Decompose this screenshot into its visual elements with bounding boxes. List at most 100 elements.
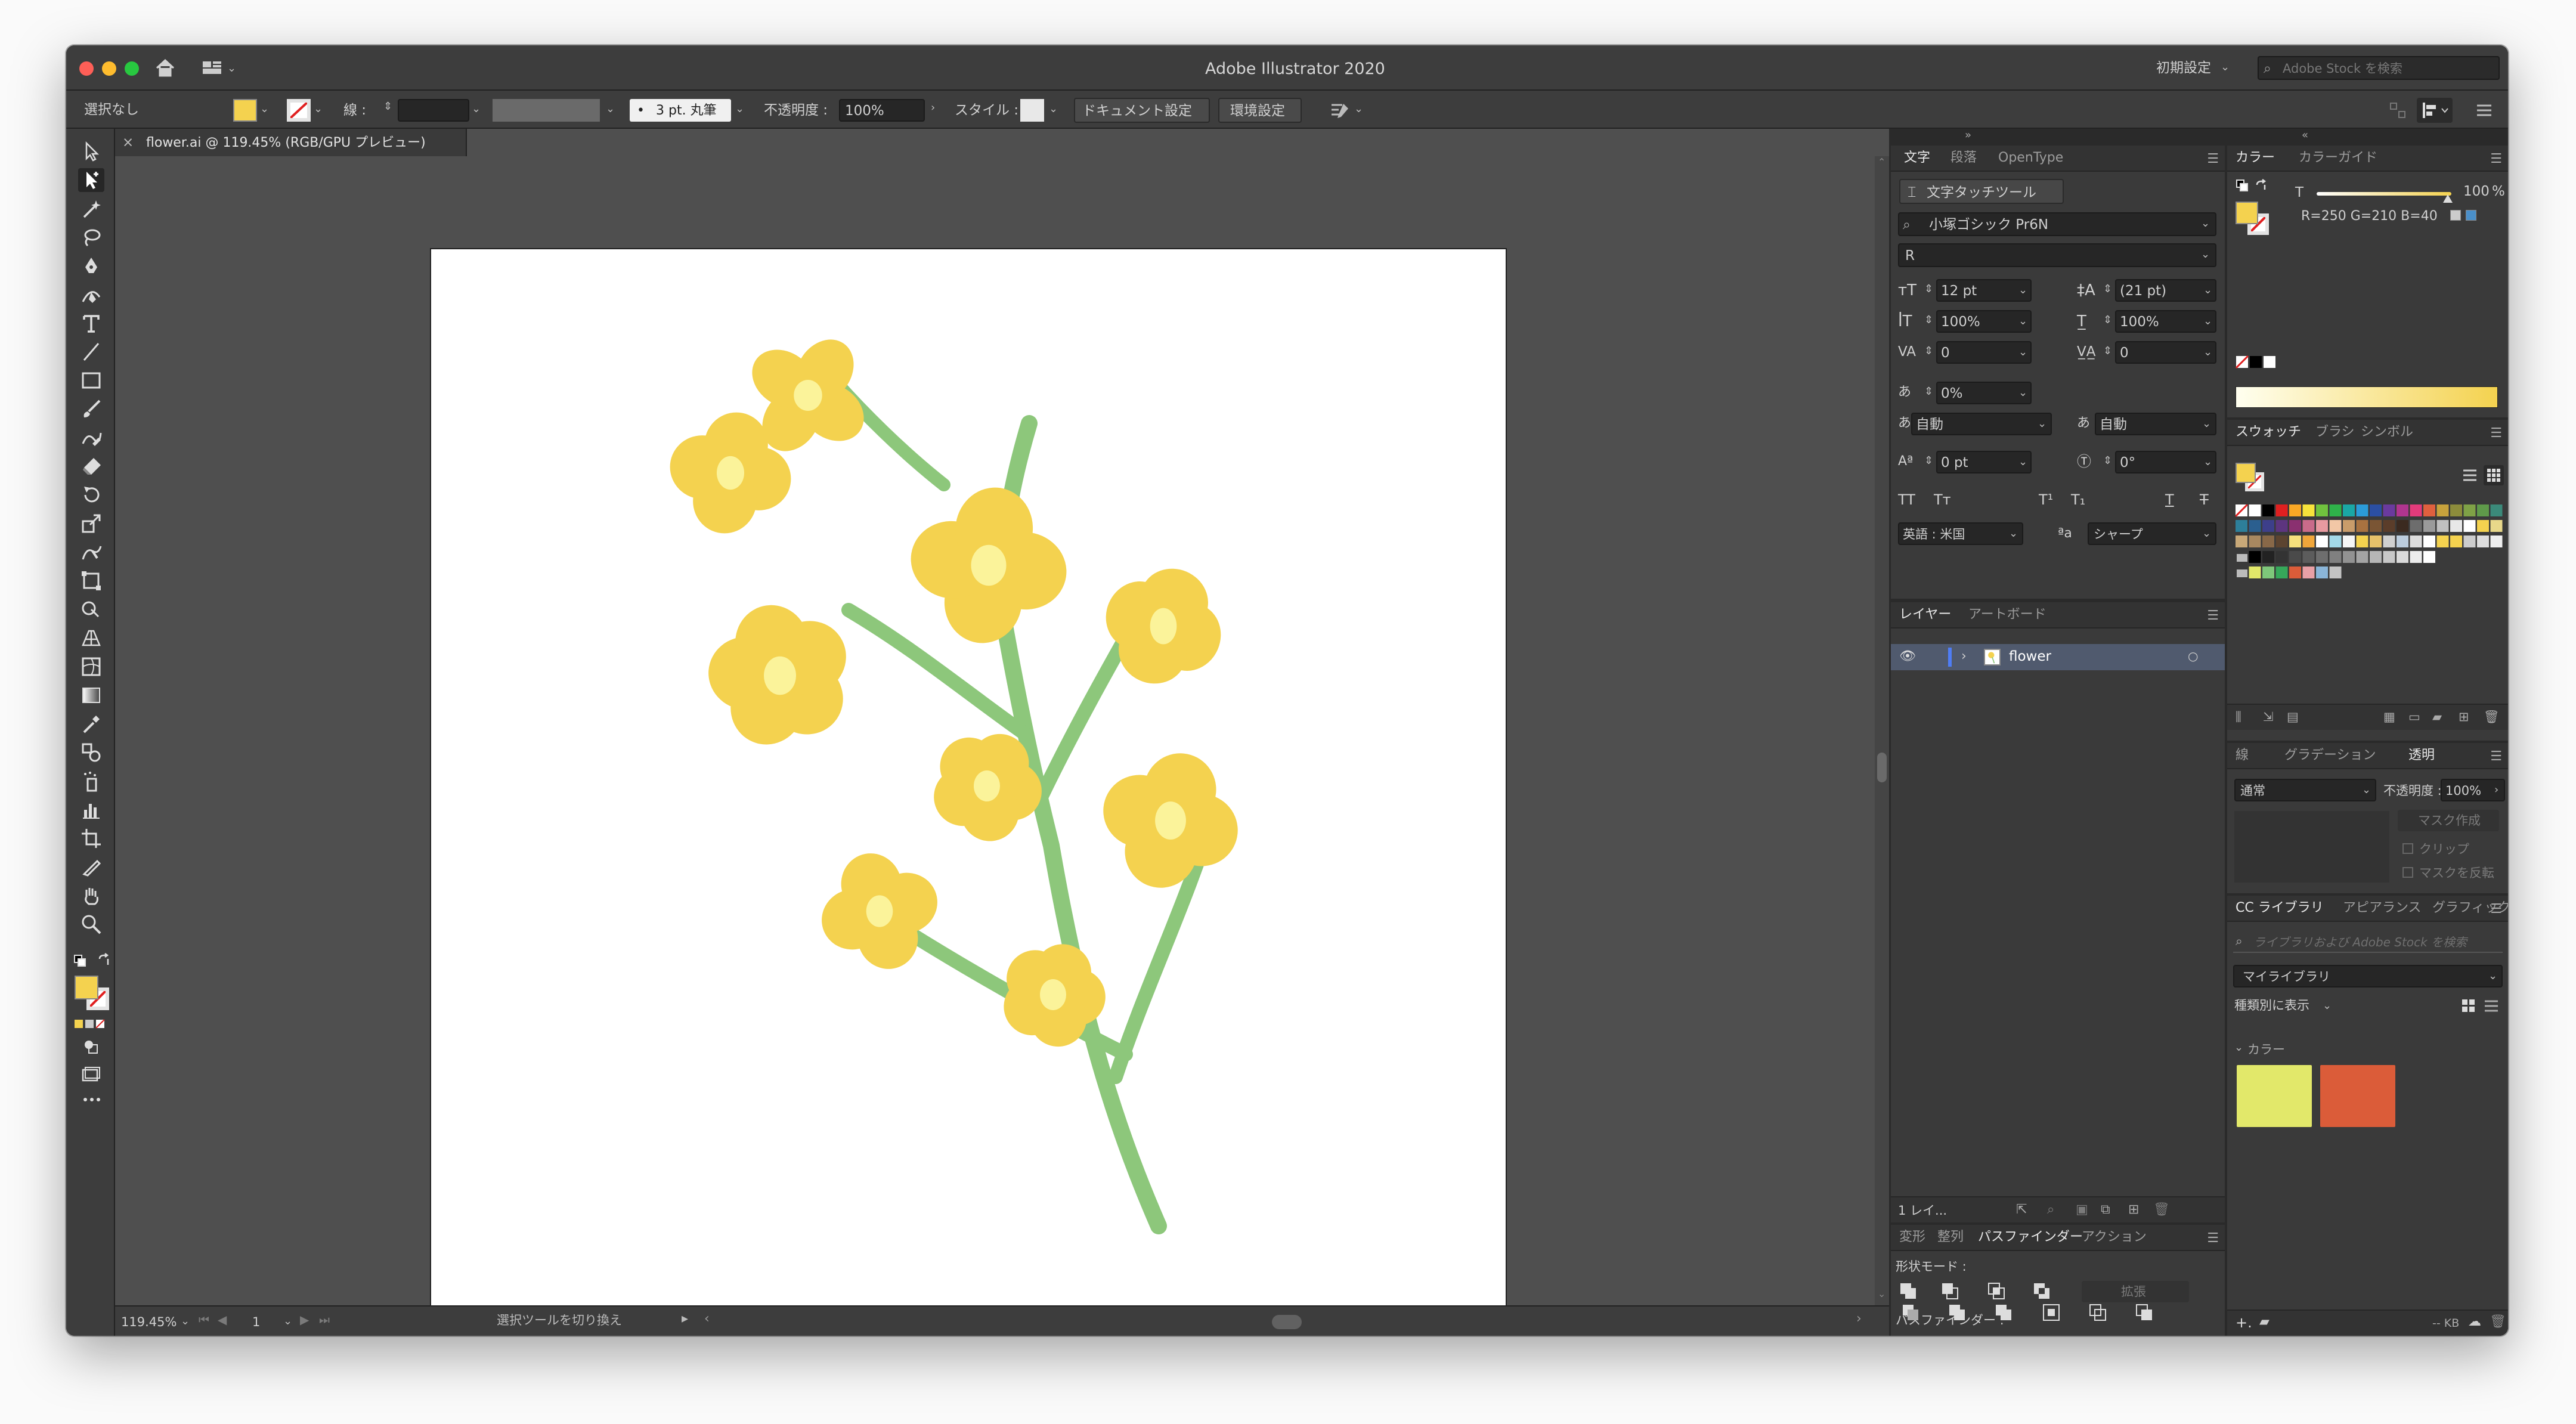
library-color-swatch[interactable] — [2237, 1065, 2312, 1127]
draw-mode-icon[interactable] — [80, 1036, 101, 1057]
brush-chevron-icon[interactable]: ⌄ — [735, 104, 744, 114]
style-chevron-icon[interactable]: ⌄ — [1049, 104, 1058, 114]
font-family-select[interactable]: ⌕ 小塚ゴシック Pr6N ⌄ — [1898, 212, 2216, 236]
color-panel-menu-icon[interactable]: ☰ — [2490, 153, 2502, 166]
library-search-input[interactable]: ⌕ ライブラリおよび Adobe Stock を検索 — [2233, 931, 2503, 953]
language-select[interactable]: 英語 : 米国 ⌄ — [1898, 522, 2023, 545]
eraser-tool-icon[interactable] — [78, 454, 104, 478]
selection-tool-icon[interactable] — [78, 140, 104, 163]
export-layer-icon[interactable]: ⇱ — [2016, 1203, 2027, 1216]
font-style-select[interactable]: R ⌄ — [1898, 243, 2216, 267]
shape-builder-tool-icon[interactable] — [78, 598, 104, 621]
cloud-sync-icon[interactable]: ☁ — [2468, 1315, 2481, 1329]
tab-color[interactable]: カラー — [2236, 151, 2275, 165]
minus-back-icon[interactable] — [2135, 1304, 2153, 1321]
swap-fill-stroke-icon[interactable] — [97, 953, 112, 967]
antialias-select[interactable]: シャープ ⌄ — [2088, 522, 2216, 545]
variable-width-profile[interactable] — [493, 99, 600, 122]
expand-layer-icon[interactable]: › — [1961, 650, 1967, 663]
tab-opentype[interactable]: OpenType — [1998, 151, 2063, 165]
tint-slider-handle[interactable] — [2443, 194, 2453, 203]
artboard[interactable] — [431, 249, 1506, 1324]
baseline-shift-field[interactable]: Aª ⇕ 0 pt ⌄ — [1898, 451, 2053, 475]
all-caps-icon[interactable]: TT — [1898, 493, 1915, 507]
gradient-tool-icon[interactable] — [78, 683, 104, 707]
last-artboard-icon[interactable]: ⏭ — [319, 1314, 330, 1326]
new-swatch-icon[interactable]: ⊞ — [2459, 711, 2469, 723]
grid-view-icon[interactable] — [2484, 465, 2504, 485]
tint-value[interactable]: 100 — [2463, 185, 2490, 199]
previous-artboard-icon[interactable]: ◀ — [218, 1314, 227, 1326]
color-mode-buttons[interactable] — [73, 1019, 109, 1030]
aki-left-field[interactable]: あ 自動 ⌄ — [1898, 413, 2053, 437]
tab-artboards[interactable]: アートボード — [1968, 608, 2046, 621]
tab-color-guide[interactable]: カラーガイド — [2299, 151, 2377, 165]
lasso-tool-icon[interactable] — [78, 225, 104, 249]
underline-icon[interactable]: T — [2165, 493, 2174, 507]
tracking-field[interactable]: V̲A̲ ⇕ 0 ⌄ — [2077, 341, 2220, 365]
character-rotation-field[interactable]: Ⓣ ⇕ 0° ⌄ — [2077, 451, 2220, 475]
delete-swatch-icon[interactable]: 🗑 — [2484, 711, 2500, 723]
stroke-chevron-icon[interactable]: ⌄ — [314, 104, 323, 114]
unite-icon[interactable] — [1899, 1282, 1917, 1300]
crop-icon[interactable] — [2042, 1304, 2060, 1321]
graphic-style-swatch[interactable] — [1020, 99, 1044, 122]
recolor-artwork-icon[interactable] — [1329, 100, 1349, 120]
close-window-button[interactable] — [79, 61, 94, 76]
expand-button[interactable]: 拡張 — [2082, 1281, 2189, 1302]
default-fill-stroke-icon[interactable] — [73, 954, 86, 967]
library-colors-section[interactable]: ⌄ カラー — [2234, 1041, 2306, 1058]
eyedropper-tool-icon[interactable] — [78, 712, 104, 736]
list-view-icon[interactable] — [2461, 466, 2479, 484]
column-graph-tool-icon[interactable] — [78, 798, 104, 822]
tab-brushes[interactable]: ブラシ — [2315, 426, 2355, 439]
small-caps-icon[interactable]: Tт — [1934, 493, 1951, 507]
swatch-fill-indicator[interactable] — [2236, 463, 2256, 483]
create-sublayer-icon[interactable]: ⧉ — [2101, 1203, 2110, 1216]
curvature-tool-icon[interactable] — [78, 283, 104, 307]
fill-swatch[interactable] — [233, 99, 257, 122]
visibility-eye-icon[interactable]: 👁 — [1899, 650, 1916, 663]
next-artboard-icon[interactable]: ▶ — [300, 1314, 309, 1326]
recolor-chevron-icon[interactable]: ⌄ — [1354, 104, 1363, 114]
align-options-button[interactable] — [2417, 98, 2453, 123]
minus-front-icon[interactable] — [1941, 1282, 1959, 1300]
slice-tool-icon[interactable] — [78, 855, 104, 879]
zoom-level-select[interactable]: 119.45% ⌄ — [116, 1311, 194, 1333]
tab-swatches[interactable]: スウォッチ — [2236, 426, 2301, 439]
tab-appearance[interactable]: アピアランス — [2343, 902, 2422, 915]
scroll-down-icon[interactable]: ⌄ — [1878, 1289, 1885, 1299]
layer-name[interactable]: flower — [2009, 650, 2051, 664]
swatch-options-icon[interactable]: ▦ — [2383, 711, 2395, 723]
rectangle-tool-icon[interactable] — [78, 369, 104, 392]
zoom-window-button[interactable] — [125, 61, 139, 76]
scroll-left-icon[interactable]: ‹ — [704, 1312, 710, 1326]
library-folder-icon[interactable]: ▰ — [2259, 1315, 2270, 1329]
view-by-select[interactable]: 種類別に表示 ⌄ — [2234, 997, 2354, 1015]
library-grid-view-icon[interactable] — [2460, 997, 2478, 1015]
font-size-field[interactable]: ᴛT ⇕ 12 pt ⌄ — [1898, 279, 2053, 303]
zoom-tool-icon[interactable] — [78, 912, 104, 936]
flower-artwork[interactable] — [431, 249, 1506, 1324]
tab-stroke[interactable]: 線 — [2236, 749, 2249, 762]
vertical-scrollbar[interactable]: ⌃ ⌄ — [1875, 156, 1889, 1305]
blend-mode-select[interactable]: 通常 ⌄ — [2234, 779, 2376, 801]
swatches-panel-menu-icon[interactable]: ☰ — [2490, 427, 2502, 440]
paintbrush-tool-icon[interactable] — [78, 397, 104, 421]
collapse-dock-right-icon[interactable]: « — [2299, 129, 2317, 146]
workspace-switcher[interactable]: 初期設定 — [2156, 61, 2211, 75]
opacity-input[interactable]: 100% — [839, 99, 925, 122]
web-safe-icon[interactable] — [2466, 210, 2476, 221]
make-clipping-mask-icon[interactable]: ▣ — [2076, 1203, 2088, 1216]
tab-transform[interactable]: 変形 — [1899, 1231, 1925, 1244]
tab-pathfinder[interactable]: パスファインダー — [1978, 1231, 2083, 1244]
show-swatch-kinds-icon[interactable]: ▤ — [2287, 711, 2299, 723]
first-artboard-icon[interactable]: ⏮ — [199, 1314, 209, 1326]
transparency-panel-menu-icon[interactable]: ☰ — [2490, 750, 2502, 763]
line-segment-tool-icon[interactable] — [78, 340, 104, 364]
color-swap-icon[interactable] — [2255, 179, 2268, 192]
control-panel-menu-icon[interactable] — [2475, 103, 2493, 118]
swatch-libraries-icon[interactable]: ⫼ — [2236, 711, 2241, 723]
perspective-grid-tool-icon[interactable] — [78, 626, 104, 650]
locate-object-icon[interactable]: ⌕ — [2047, 1203, 2054, 1216]
